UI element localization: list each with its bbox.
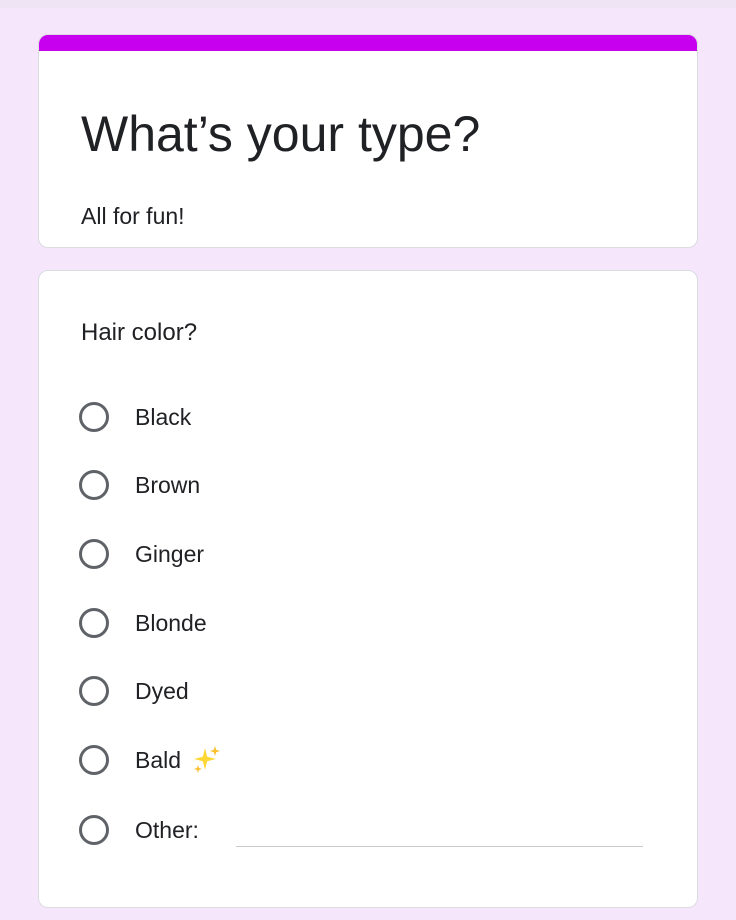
option-blonde[interactable]: Blonde [79,603,207,643]
radio-button[interactable] [79,745,109,775]
other-text-input[interactable] [236,846,643,847]
sparkles-icon [191,745,221,775]
option-bald[interactable]: Bald [79,740,221,780]
top-strip [0,0,736,8]
radio-button[interactable] [79,402,109,432]
form-header-card: What’s your type? All for fun! [38,34,698,248]
option-label: Dyed [135,677,189,704]
option-label: Black [135,403,192,430]
option-ginger[interactable]: Ginger [79,534,204,574]
form-description: All for fun! [81,203,185,229]
radio-button[interactable] [79,470,109,500]
option-brown[interactable]: Brown [79,465,200,505]
option-dyed[interactable]: Dyed [79,671,189,711]
theme-accent-bar [39,35,697,51]
radio-button[interactable] [79,608,109,638]
option-label: Bald [135,746,182,773]
option-label: Blonde [135,609,207,636]
question-title: Hair color? [81,319,198,346]
option-black[interactable]: Black [79,397,191,437]
radio-button[interactable] [79,815,109,845]
option-label: Other: [135,816,199,843]
question-card: Hair color? Black Brown Ginger Blonde Dy… [38,270,698,908]
form-title: What’s your type? [81,106,481,162]
option-other[interactable]: Other: [79,810,199,850]
radio-button[interactable] [79,676,109,706]
radio-button[interactable] [79,539,109,569]
option-label: Ginger [135,540,205,567]
option-label: Brown [135,471,201,498]
